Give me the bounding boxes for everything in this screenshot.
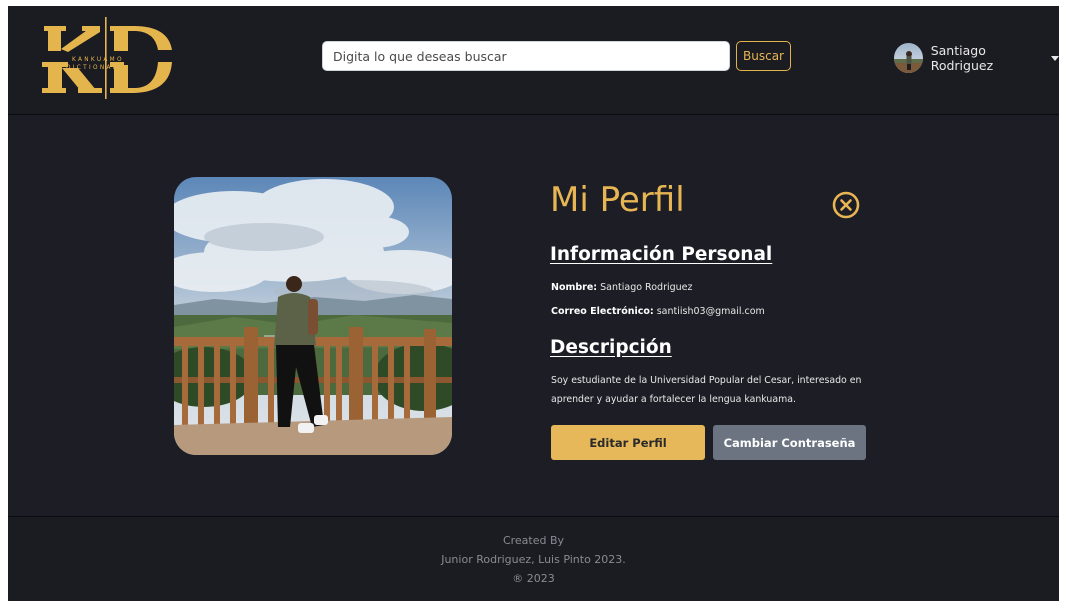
email-value: santiish03@gmail.com <box>656 306 765 317</box>
footer: Created By Junior Rodriguez, Luis Pinto … <box>8 516 1059 601</box>
logo-top-text: KANKUAMO <box>72 57 124 63</box>
top-navbar: KANKUAMO DICTIONARY Buscar <box>8 6 1059 115</box>
kankuamo-dictionary-logo[interactable]: KANKUAMO DICTIONARY <box>38 16 176 100</box>
name-field: Nombre: Santiago Rodriguez <box>551 282 693 293</box>
page-title: Mi Perfil <box>550 180 685 220</box>
change-password-button[interactable]: Cambiar Contraseña <box>713 425 866 460</box>
logo-bottom-text: DICTIONARY <box>66 65 125 71</box>
email-field: Correo Electrónico: santiish03@gmail.com <box>551 306 765 317</box>
name-label: Nombre: <box>551 282 598 293</box>
close-circle-icon[interactable] <box>831 190 861 220</box>
description-text: Soy estudiante de la Universidad Popular… <box>551 375 862 405</box>
logo-graphic: KANKUAMO DICTIONARY <box>42 17 172 99</box>
app-frame: KANKUAMO DICTIONARY Buscar <box>8 6 1059 601</box>
personal-info-heading: Información Personal <box>550 244 773 265</box>
chevron-down-icon <box>1051 55 1059 61</box>
email-label: Correo Electrónico: <box>551 306 654 317</box>
profile-section: Mi Perfil Información Personal Nombre: S… <box>8 116 1059 516</box>
edit-profile-button[interactable]: Editar Perfil <box>551 425 705 460</box>
user-name: Santiago Rodriguez <box>930 43 994 73</box>
footer-created-by: Created By <box>502 534 565 547</box>
search-button[interactable]: Buscar <box>736 41 791 71</box>
name-value: Santiago Rodriguez <box>600 282 693 293</box>
user-avatar-icon <box>894 43 923 73</box>
footer-copyright: ® 2023 <box>512 572 555 585</box>
search-input[interactable] <box>322 41 730 71</box>
footer-authors: Junior Rodriguez, Luis Pinto 2023. <box>441 553 626 566</box>
description-heading: Descripción <box>550 337 672 358</box>
user-menu-dropdown[interactable]: Santiago Rodriguez <box>894 42 1059 74</box>
profile-photo <box>174 177 452 455</box>
